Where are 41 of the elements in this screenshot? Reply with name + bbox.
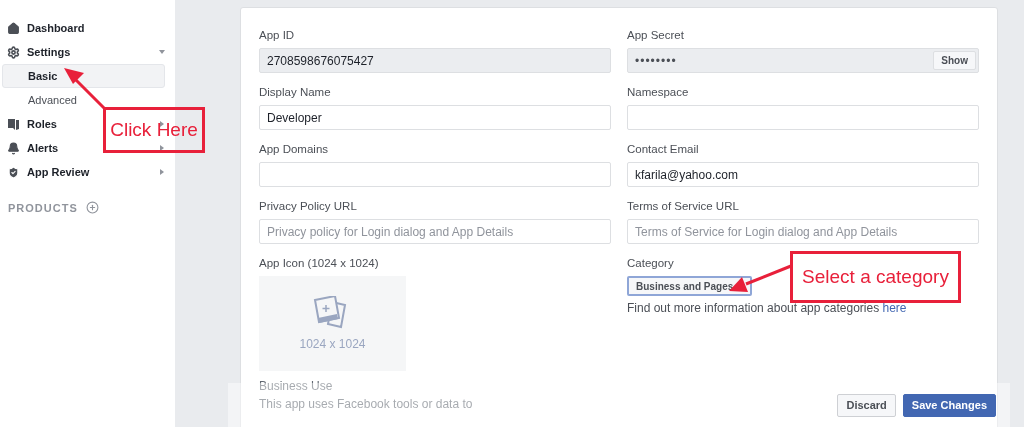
field-label: App ID — [259, 28, 295, 42]
field-label: Namespace — [627, 85, 689, 99]
shield-icon — [7, 165, 20, 179]
sidebar-item[interactable]: Settings — [27, 46, 71, 58]
sidebar-subitem[interactable]: Basic — [2, 64, 165, 88]
input-field[interactable]: Developer — [259, 105, 611, 130]
app-id-field[interactable]: 2708598676075427 — [259, 48, 611, 73]
callout-tooltip: Click Here — [103, 107, 205, 153]
sidebar-item[interactable]: Alerts — [27, 142, 59, 154]
discard-button[interactable]: Discard — [837, 393, 896, 417]
input-field[interactable]: Terms of Service for Login dialog and App Details — [627, 219, 979, 244]
size-caption: 1024 x 1024 — [299, 337, 366, 351]
field-label: App Secret — [627, 28, 684, 42]
field-label: App Icon (1024 x 1024) — [259, 256, 379, 270]
field-label: Terms of Service URL — [627, 199, 739, 213]
field-label: Contact Email — [627, 142, 699, 156]
field-label: Privacy Policy URL — [259, 199, 357, 213]
help-text: Find out more information about app categories here — [627, 301, 908, 315]
add-icon[interactable] — [85, 201, 99, 214]
description-text: This app uses Facebook tools or data to — [259, 397, 473, 411]
input-field[interactable]: kfarila@yahoo.com — [627, 162, 979, 187]
people-icon — [7, 117, 20, 131]
sidebar-item[interactable]: App Review — [27, 166, 90, 178]
category-dropdown[interactable]: Business and Pages — [627, 276, 753, 296]
field-label: Business Use — [259, 379, 333, 393]
sidebar-item[interactable]: Dashboard — [27, 22, 85, 34]
sidebar-item[interactable]: Roles — [27, 118, 57, 130]
secret-field[interactable]: •••••••• Show — [627, 48, 979, 73]
field-label: App Domains — [259, 142, 329, 156]
section-heading: PRODUCTS — [8, 201, 78, 214]
show-button[interactable]: Show — [933, 51, 976, 70]
field-label: Display Name — [259, 85, 331, 99]
field-label: Category — [627, 256, 674, 270]
input-field[interactable] — [259, 162, 611, 187]
input-field[interactable] — [627, 105, 979, 130]
bell-icon — [7, 141, 20, 155]
input-field[interactable]: Privacy policy for Login dialog and App Details — [259, 219, 611, 244]
callout-tooltip: Select a category — [790, 251, 961, 303]
here-link[interactable]: here — [882, 301, 907, 315]
settings-icon — [7, 45, 20, 59]
home-icon — [7, 21, 20, 35]
